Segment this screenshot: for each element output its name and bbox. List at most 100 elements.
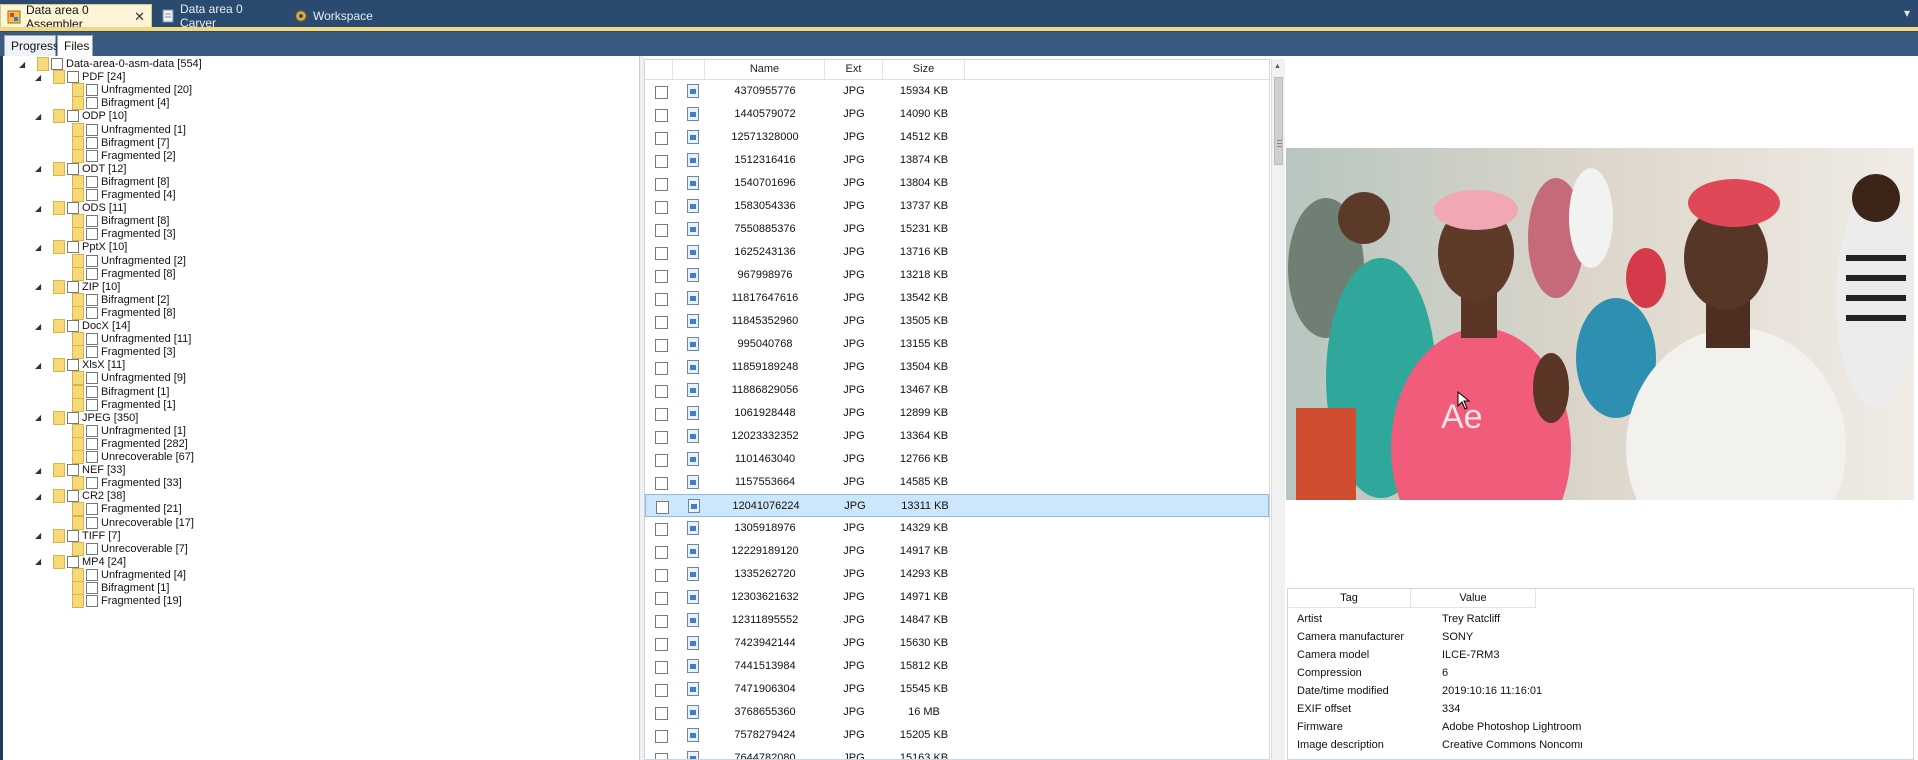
row-checkbox[interactable] [655,339,668,352]
metadata-row[interactable]: Date/time modified 2019:10:16 11:16:01 [1288,682,1908,700]
table-row[interactable]: 7423942144 JPG 15630 KB [645,632,1269,655]
header-size[interactable]: Size [883,60,965,79]
row-checkbox[interactable] [655,684,668,697]
collapse-arrow-icon[interactable]: ◢ [35,112,43,121]
row-checkbox[interactable] [655,109,668,122]
table-row-selected[interactable]: 12041076224 JPG 13311 KB [645,494,1269,517]
tab-menu-icon[interactable]: ▾ [1904,6,1910,20]
table-row[interactable]: 1512316416 JPG 13874 KB [645,149,1269,172]
row-checkbox[interactable] [655,730,668,743]
table-row[interactable]: 1583054336 JPG 13737 KB [645,195,1269,218]
table-row[interactable]: 1625243136 JPG 13716 KB [645,241,1269,264]
header-checkbox-col[interactable] [645,60,673,79]
row-checkbox[interactable] [655,385,668,398]
collapse-arrow-icon[interactable]: ◢ [35,413,43,422]
table-row[interactable]: 1101463040 JPG 12766 KB [645,448,1269,471]
tab-progress[interactable]: Progress [4,35,59,56]
row-checkbox[interactable] [655,178,668,191]
metadata-table[interactable]: Tag Value Artist Trey Ratcliff Camera manu… [1287,588,1914,760]
row-checkbox[interactable] [655,316,668,329]
metadata-row[interactable]: Camera model ILCE-7RM3 [1288,646,1908,664]
table-row[interactable]: 7550885376 JPG 15231 KB [645,218,1269,241]
collapse-arrow-icon[interactable]: ◢ [35,361,43,370]
table-row[interactable]: 1157553664 JPG 14585 KB [645,471,1269,494]
metadata-row[interactable]: Image description Creative Commons Noncom… [1288,736,1908,754]
metadata-row[interactable]: Compression 6 [1288,664,1908,682]
table-row[interactable]: 1061928448 JPG 12899 KB [645,402,1269,425]
tab-files[interactable]: Files [57,35,93,56]
collapse-arrow-icon[interactable]: ◢ [35,282,43,291]
row-checkbox[interactable] [655,454,668,467]
scrollbar-thumb[interactable] [1274,77,1283,165]
row-checkbox[interactable] [655,523,668,536]
table-row[interactable]: 7441513984 JPG 15812 KB [645,655,1269,678]
metadata-row[interactable]: Camera manufacturer SONY [1288,628,1908,646]
row-checkbox[interactable] [656,501,669,514]
table-row[interactable]: 1305918976 JPG 14329 KB [645,517,1269,540]
row-checkbox[interactable] [655,546,668,559]
table-row[interactable]: 995040768 JPG 13155 KB [645,333,1269,356]
header-name[interactable]: Name [705,60,825,79]
tree-subitem[interactable]: Fragmented [19] [72,593,182,609]
table-row[interactable]: 1440579072 JPG 14090 KB [645,103,1269,126]
table-row[interactable]: 7578279424 JPG 15205 KB [645,724,1269,747]
table-row[interactable]: 967998976 JPG 13218 KB [645,264,1269,287]
table-row[interactable]: 11817647616 JPG 13542 KB [645,287,1269,310]
table-row[interactable]: 1335262720 JPG 14293 KB [645,563,1269,586]
table-row[interactable]: 12311895552 JPG 14847 KB [645,609,1269,632]
metadata-row[interactable]: Artist Trey Ratcliff [1288,610,1908,628]
row-checkbox[interactable] [655,638,668,651]
row-checkbox[interactable] [655,408,668,421]
tab-assembler[interactable]: Data area 0 Assembler ✕ [0,3,152,31]
tab-carver[interactable]: Data area 0 Carver [155,2,281,30]
tree-checkbox[interactable] [86,595,98,608]
table-row[interactable]: 1540701696 JPG 13804 KB [645,172,1269,195]
row-checkbox[interactable] [655,224,668,237]
row-checkbox[interactable] [655,362,668,375]
header-icon-col[interactable] [673,60,705,79]
tab-workspace[interactable]: Workspace [288,4,388,28]
table-row[interactable]: 7471906304 JPG 15545 KB [645,678,1269,701]
collapse-arrow-icon[interactable]: ◢ [19,60,27,69]
row-checkbox[interactable] [655,592,668,605]
table-row[interactable]: 12303621632 JPG 14971 KB [645,586,1269,609]
collapse-arrow-icon[interactable]: ◢ [35,164,43,173]
row-checkbox[interactable] [655,661,668,674]
table-row[interactable]: 12571328000 JPG 14512 KB [645,126,1269,149]
scroll-up-icon[interactable]: ▲ [1274,63,1281,70]
row-checkbox[interactable] [655,569,668,582]
collapse-arrow-icon[interactable]: ◢ [35,322,43,331]
table-row[interactable]: 11845352960 JPG 13505 KB [645,310,1269,333]
row-checkbox[interactable] [655,201,668,214]
table-row[interactable]: 12023332352 JPG 13364 KB [645,425,1269,448]
collapse-arrow-icon[interactable]: ◢ [35,466,43,475]
table-row[interactable]: 7644782080 JPG 15163 KB [645,747,1269,759]
collapse-arrow-icon[interactable]: ◢ [35,73,43,82]
close-icon[interactable]: ✕ [134,9,145,25]
row-checkbox[interactable] [655,707,668,720]
row-checkbox[interactable] [655,86,668,99]
table-row[interactable]: 12229189120 JPG 14917 KB [645,540,1269,563]
meta-header-tag[interactable]: Tag [1288,589,1411,608]
file-list-scrollbar[interactable]: ▲ [1271,59,1285,760]
file-list[interactable]: Name Ext Size 4370955776 JPG 15934 KB 14405… [644,59,1270,760]
row-checkbox[interactable] [655,293,668,306]
metadata-row[interactable]: Firmware Adobe Photoshop Lightroom [1288,718,1908,736]
header-ext[interactable]: Ext [825,60,883,79]
row-checkbox[interactable] [655,431,668,444]
row-checkbox[interactable] [655,615,668,628]
collapse-arrow-icon[interactable]: ◢ [35,557,43,566]
table-row[interactable]: 11859189248 JPG 13504 KB [645,356,1269,379]
row-checkbox[interactable] [655,477,668,490]
metadata-row[interactable]: EXIF offset 334 [1288,700,1908,718]
meta-header-value[interactable]: Value [1411,589,1536,608]
row-checkbox[interactable] [655,132,668,145]
collapse-arrow-icon[interactable]: ◢ [35,492,43,501]
row-checkbox[interactable] [655,155,668,168]
category-tree[interactable]: ◢ Data-area-0-asm-data [554] ◢ PDF [24] Unfr… [3,56,639,760]
table-row[interactable]: 4370955776 JPG 15934 KB [645,80,1269,103]
collapse-arrow-icon[interactable]: ◢ [35,243,43,252]
collapse-arrow-icon[interactable]: ◢ [35,531,43,540]
row-checkbox[interactable] [655,753,668,759]
row-checkbox[interactable] [655,247,668,260]
